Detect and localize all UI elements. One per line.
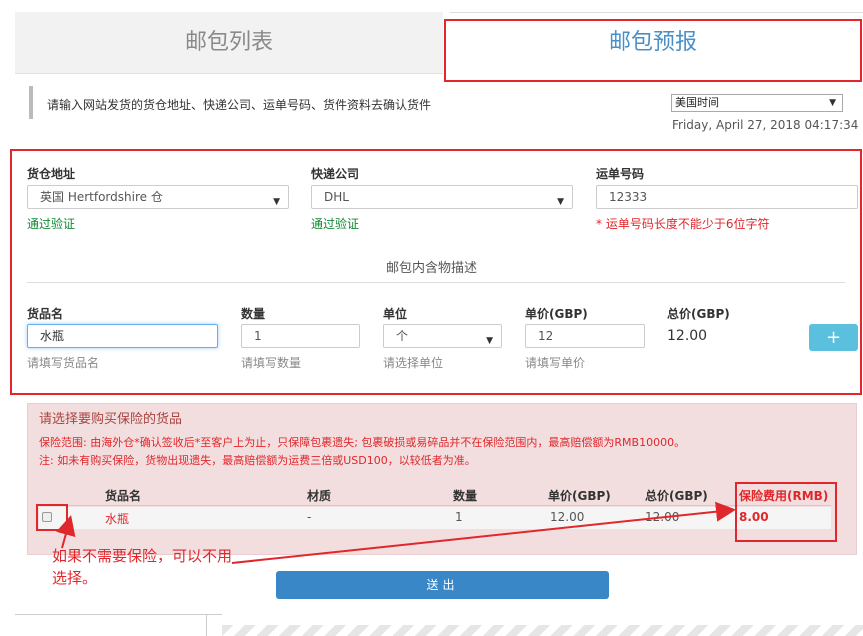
tracking-label: 运单号码: [596, 167, 645, 181]
footer-stripes: [222, 625, 863, 636]
col-unit-price: 单价(GBP): [548, 489, 611, 503]
col-insurance-fee: 保险费用(RMB): [739, 489, 829, 503]
courier-value: DHL: [324, 190, 349, 204]
row-material: -: [307, 510, 312, 524]
chevron-down-icon: ▼: [486, 336, 493, 346]
tracking-error: * 运单号码长度不能少于6位字符: [596, 217, 770, 231]
chevron-down-icon: ▼: [829, 98, 836, 108]
submit-button[interactable]: 送出: [276, 571, 609, 599]
warehouse-select[interactable]: 英国 Hertfordshire 仓 ▼: [27, 185, 289, 209]
tab-parcel-forecast[interactable]: 邮包预报: [443, 12, 863, 74]
notice-bar: [29, 86, 33, 119]
table-header-divider: [39, 505, 831, 506]
courier-label: 快递公司: [311, 167, 360, 181]
insure-item-checkbox[interactable]: [42, 512, 52, 522]
unit-help: 请选择单位: [383, 356, 444, 370]
row-total-price: 12.00: [645, 510, 680, 524]
insurance-title: 请选择要购买保险的货品: [39, 412, 183, 427]
qty-label: 数量: [241, 307, 266, 321]
tracking-input[interactable]: 12333: [596, 185, 858, 209]
item-name-label: 货品名: [27, 307, 64, 321]
footer-corner: [206, 614, 222, 636]
item-name-help: 请填写货品名: [27, 356, 100, 370]
contents-divider: [27, 282, 845, 283]
top-divider: [450, 12, 863, 13]
warehouse-status: 通过验证: [27, 217, 76, 231]
row-insurance-fee: 8.00: [739, 510, 769, 524]
tab-parcel-list[interactable]: 邮包列表: [15, 12, 443, 74]
current-datetime: Friday, April 27, 2018 04:17:34: [672, 118, 859, 132]
courier-select[interactable]: DHL ▼: [311, 185, 573, 209]
row-qty: 1: [455, 510, 463, 524]
timezone-select[interactable]: 美国时间 ▼: [671, 94, 843, 112]
table-row: [39, 507, 831, 529]
unit-select[interactable]: 个 ▼: [383, 324, 502, 348]
row-item-name: 水瓶: [105, 512, 130, 526]
contents-title: 邮包内含物描述: [385, 261, 477, 276]
col-qty: 数量: [453, 489, 478, 503]
total-value: 12.00: [667, 328, 708, 344]
timezone-value: 美国时间: [675, 96, 719, 109]
unit-value: 个: [396, 329, 409, 343]
insurance-scope-note: 保险范围: 由海外仓*确认签收后*至客户上为止，只保障包裹遗失; 包裹破损或易碎…: [39, 436, 686, 449]
warehouse-value: 英国 Hertfordshire 仓: [40, 190, 163, 204]
chevron-down-icon: ▼: [557, 197, 564, 207]
unit-label: 单位: [383, 307, 408, 321]
chevron-down-icon: ▼: [273, 197, 280, 207]
courier-status: 通过验证: [311, 217, 360, 231]
tab-bar: 邮包列表 邮包预报: [15, 12, 863, 74]
insurance-disclaimer: 注: 如未有购买保险，货物出现遗失，最高赔偿额为运费三倍或USD100，以较低者…: [39, 454, 476, 467]
col-total-price: 总价(GBP): [645, 489, 708, 503]
warehouse-label: 货仓地址: [27, 167, 76, 181]
price-label: 单价(GBP): [525, 307, 588, 321]
notice-text: 请输入网站发货的货仓地址、快递公司、运单号码、货件资料去确认货件: [47, 98, 432, 112]
footer-divider: [15, 614, 221, 615]
item-name-input[interactable]: 水瓶: [27, 324, 218, 348]
col-material: 材质: [307, 489, 332, 503]
price-help: 请填写单价: [525, 356, 586, 370]
add-item-button[interactable]: +: [809, 324, 858, 351]
qty-input[interactable]: 1: [241, 324, 360, 348]
plus-icon: +: [825, 327, 842, 348]
annotation-text: 如果不需要保险，可以不用选择。: [52, 547, 233, 587]
total-label: 总价(GBP): [667, 307, 730, 321]
price-input[interactable]: 12: [525, 324, 645, 348]
qty-help: 请填写数量: [241, 356, 302, 370]
col-item-name: 货品名: [105, 489, 142, 503]
row-unit-price: 12.00: [550, 510, 585, 524]
